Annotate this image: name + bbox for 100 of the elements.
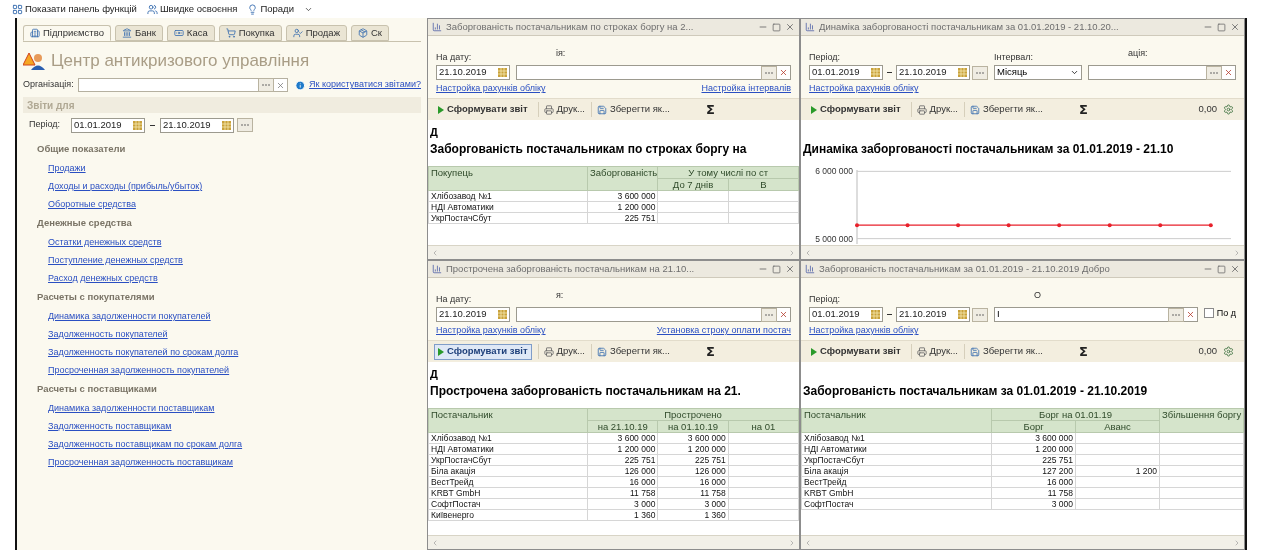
maximize-icon[interactable]: [1217, 264, 1226, 274]
horizontal-scrollbar[interactable]: [801, 535, 1244, 549]
report-link[interactable]: Динамика задолженности поставщикам: [48, 399, 215, 417]
interval-select[interactable]: Місяць: [994, 65, 1082, 80]
scroll-right-icon[interactable]: [1233, 538, 1241, 547]
organization-field[interactable]: [1088, 65, 1236, 80]
settings-icon[interactable]: [1223, 346, 1234, 357]
maximize-icon[interactable]: [772, 264, 781, 274]
calendar-icon[interactable]: [133, 120, 143, 130]
report-link[interactable]: Задолженность поставщикам по срокам долга: [48, 435, 243, 453]
calendar-icon[interactable]: [498, 68, 507, 77]
print-button[interactable]: Друк...: [537, 344, 585, 359]
organization-field[interactable]: І: [994, 307, 1198, 322]
settings-link[interactable]: Настройка рахунків обліку: [809, 82, 919, 96]
maximize-icon[interactable]: [1217, 22, 1226, 32]
report-link[interactable]: Продажи: [48, 159, 86, 177]
settings-link[interactable]: Установка строку оплати постач: [656, 324, 791, 338]
toolbar-button[interactable]: Показати панель функцій: [12, 1, 137, 17]
generate-report-button[interactable]: Сформувати звіт: [807, 101, 905, 118]
save-as-button[interactable]: Зберегти як...: [591, 102, 670, 117]
generate-report-button[interactable]: Сформувати звіт: [434, 101, 532, 118]
date-field[interactable]: 01.01.2019: [809, 65, 883, 80]
tab[interactable]: Підприємство: [23, 25, 111, 41]
scroll-left-icon[interactable]: [431, 248, 439, 257]
print-button[interactable]: Друк...: [910, 102, 958, 117]
calendar-icon[interactable]: [958, 310, 967, 319]
calendar-icon[interactable]: [222, 120, 232, 130]
settings-icon[interactable]: [1223, 104, 1234, 115]
select-button[interactable]: [972, 65, 988, 80]
clear-icon[interactable]: [1185, 310, 1195, 319]
scroll-left-icon[interactable]: [804, 248, 812, 257]
horizontal-scrollbar[interactable]: [428, 245, 799, 259]
horizontal-scrollbar[interactable]: [428, 535, 799, 549]
settings-link[interactable]: Настройка рахунків обліку: [809, 324, 919, 338]
report-link[interactable]: Динамика задолженности покупателей: [48, 307, 211, 325]
help-link[interactable]: Як користуватися звітами?: [309, 78, 421, 92]
settings-link[interactable]: Настройка рахунків обліку: [436, 324, 546, 338]
organization-field[interactable]: [516, 307, 791, 322]
close-icon[interactable]: [785, 264, 795, 274]
scroll-right-icon[interactable]: [788, 538, 796, 547]
toolbar-button[interactable]: Швидке освоєння: [146, 1, 238, 17]
calendar-icon[interactable]: [498, 310, 507, 319]
tab[interactable]: Продаж: [285, 25, 347, 41]
tab[interactable]: Каса: [166, 25, 215, 41]
organization-field[interactable]: [77, 78, 288, 92]
clear-icon[interactable]: [1224, 68, 1233, 77]
settings-link[interactable]: Настройка рахунків обліку: [436, 82, 546, 96]
checkbox[interactable]: [1203, 308, 1214, 319]
horizontal-scrollbar[interactable]: [801, 245, 1244, 259]
select-button[interactable]: [237, 118, 254, 132]
maximize-icon[interactable]: [772, 22, 781, 32]
calendar-icon[interactable]: [958, 68, 967, 77]
report-link[interactable]: Остатки денежных средств: [48, 233, 162, 251]
tab[interactable]: Покупка: [218, 25, 282, 41]
print-button[interactable]: Друк...: [910, 344, 958, 359]
select-button[interactable]: [761, 65, 777, 80]
tab[interactable]: Банк: [114, 25, 163, 41]
report-link[interactable]: Просроченная задолженность покупателей: [48, 361, 230, 379]
scroll-left-icon[interactable]: [431, 538, 439, 547]
date-field[interactable]: 21.10.2019: [896, 65, 970, 80]
report-link[interactable]: Задолженность покупателей: [48, 325, 168, 343]
report-link[interactable]: Поступление денежных средств: [48, 251, 183, 269]
select-button[interactable]: [972, 307, 988, 322]
report-link[interactable]: Просроченная задолженность поставщикам: [48, 453, 233, 471]
calendar-icon[interactable]: [871, 68, 880, 77]
date-field[interactable]: 01.01.2019: [809, 307, 883, 322]
report-link[interactable]: Задолженность поставщикам: [48, 417, 172, 435]
settings-link[interactable]: Настройка інтервалів: [701, 82, 791, 96]
generate-report-button[interactable]: Сформувати звіт: [434, 343, 532, 360]
close-icon[interactable]: [785, 22, 795, 32]
save-as-button[interactable]: Зберегти як...: [964, 102, 1043, 117]
save-as-button[interactable]: Зберегти як...: [964, 344, 1043, 359]
clear-icon[interactable]: [275, 80, 285, 90]
date-field[interactable]: 21.10.2019: [160, 117, 235, 133]
close-icon[interactable]: [1230, 264, 1240, 274]
generate-report-button[interactable]: Сформувати звіт: [807, 343, 905, 360]
select-button[interactable]: [1206, 65, 1222, 80]
select-button[interactable]: [257, 78, 274, 92]
report-link[interactable]: Доходы и расходы (прибыль/убыток): [48, 177, 203, 195]
scroll-right-icon[interactable]: [788, 248, 796, 257]
clear-icon[interactable]: [779, 310, 788, 319]
save-as-button[interactable]: Зберегти як...: [591, 344, 670, 359]
select-button[interactable]: [1167, 307, 1184, 322]
toolbar-button[interactable]: Поради: [247, 1, 294, 17]
report-link[interactable]: Расход денежных средств: [48, 269, 158, 287]
calendar-icon[interactable]: [871, 310, 880, 319]
select-button[interactable]: [761, 307, 777, 322]
scroll-left-icon[interactable]: [804, 538, 812, 547]
date-field[interactable]: 21.10.2019: [436, 65, 510, 80]
print-button[interactable]: Друк...: [537, 102, 585, 117]
tab[interactable]: Ск: [351, 25, 390, 41]
date-field[interactable]: 01.01.2019: [71, 117, 146, 133]
date-field[interactable]: 21.10.2019: [436, 307, 510, 322]
report-link[interactable]: Оборотные средства: [48, 195, 136, 213]
clear-icon[interactable]: [779, 68, 788, 77]
report-link[interactable]: Задолженность покупателей по срокам долга: [48, 343, 239, 361]
close-icon[interactable]: [1230, 22, 1240, 32]
date-field[interactable]: 21.10.2019: [896, 307, 970, 322]
organization-field[interactable]: [516, 65, 791, 80]
scroll-right-icon[interactable]: [1233, 248, 1241, 257]
